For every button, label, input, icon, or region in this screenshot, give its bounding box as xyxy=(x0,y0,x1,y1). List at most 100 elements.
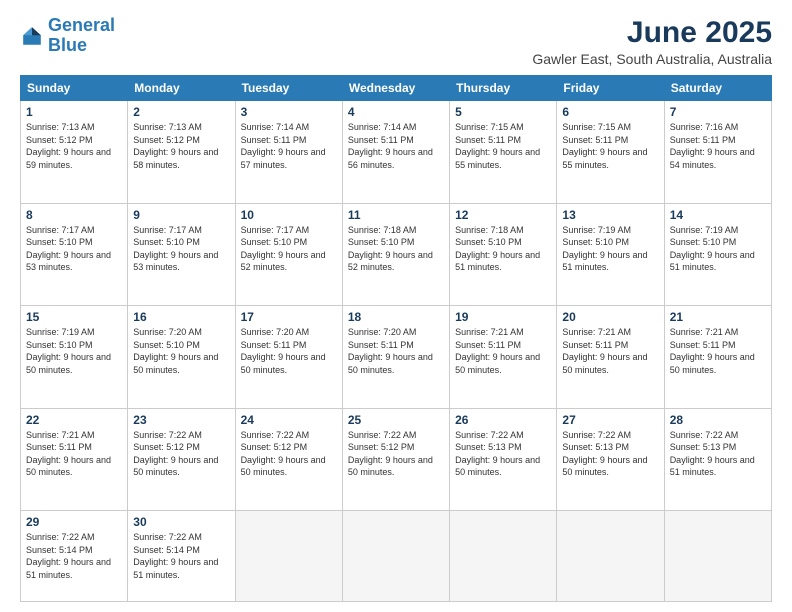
day-number: 25 xyxy=(348,413,444,427)
day-number: 9 xyxy=(133,208,229,222)
calendar-day-cell: 14Sunrise: 7:19 AMSunset: 5:10 PMDayligh… xyxy=(664,203,771,306)
day-number: 20 xyxy=(562,310,658,324)
day-info: Sunrise: 7:20 AMSunset: 5:10 PMDaylight:… xyxy=(133,326,229,376)
day-info: Sunrise: 7:22 AMSunset: 5:13 PMDaylight:… xyxy=(562,429,658,479)
day-info: Sunrise: 7:14 AMSunset: 5:11 PMDaylight:… xyxy=(348,121,444,171)
day-info: Sunrise: 7:19 AMSunset: 5:10 PMDaylight:… xyxy=(26,326,122,376)
calendar-day-cell: 1Sunrise: 7:13 AMSunset: 5:12 PMDaylight… xyxy=(21,101,128,204)
day-info: Sunrise: 7:22 AMSunset: 5:14 PMDaylight:… xyxy=(133,531,229,581)
day-number: 16 xyxy=(133,310,229,324)
weekday-header: Friday xyxy=(557,76,664,101)
weekday-header: Saturday xyxy=(664,76,771,101)
day-number: 23 xyxy=(133,413,229,427)
day-info: Sunrise: 7:21 AMSunset: 5:11 PMDaylight:… xyxy=(26,429,122,479)
logo-blue: Blue xyxy=(48,35,87,55)
day-info: Sunrise: 7:17 AMSunset: 5:10 PMDaylight:… xyxy=(133,224,229,274)
calendar-day-cell: 30 Sunrise: 7:22 AMSunset: 5:14 PMDayligh… xyxy=(128,511,235,602)
day-number: 15 xyxy=(26,310,122,324)
day-number: 19 xyxy=(455,310,551,324)
title-area: June 2025 Gawler East, South Australia, … xyxy=(532,16,772,67)
calendar-day-cell: 20 Sunrise: 7:21 AMSunset: 5:11 PMDayligh… xyxy=(557,306,664,409)
calendar-week-row: 1Sunrise: 7:13 AMSunset: 5:12 PMDaylight… xyxy=(21,101,772,204)
calendar-day-cell: 16 Sunrise: 7:20 AMSunset: 5:10 PMDayligh… xyxy=(128,306,235,409)
day-number: 24 xyxy=(241,413,337,427)
weekday-header: Thursday xyxy=(450,76,557,101)
calendar-day-cell: 18Sunrise: 7:20 AMSunset: 5:11 PMDayligh… xyxy=(342,306,449,409)
calendar-header-row: SundayMondayTuesdayWednesdayThursdayFrid… xyxy=(21,76,772,101)
calendar-day-cell xyxy=(235,511,342,602)
weekday-header: Tuesday xyxy=(235,76,342,101)
header: General Blue June 2025 Gawler East, Sout… xyxy=(20,16,772,67)
day-number: 8 xyxy=(26,208,122,222)
calendar-day-cell: 29 Sunrise: 7:22 AMSunset: 5:14 PMDayligh… xyxy=(21,511,128,602)
day-number: 2 xyxy=(133,105,229,119)
calendar-day-cell: 28Sunrise: 7:22 AMSunset: 5:13 PMDayligh… xyxy=(664,408,771,511)
logo-text: General Blue xyxy=(48,16,115,56)
day-number: 6 xyxy=(562,105,658,119)
day-number: 30 xyxy=(133,515,229,529)
calendar-day-cell: 10 Sunrise: 7:17 AMSunset: 5:10 PMDayligh… xyxy=(235,203,342,306)
logo: General Blue xyxy=(20,16,115,56)
calendar-day-cell: 8Sunrise: 7:17 AMSunset: 5:10 PMDaylight… xyxy=(21,203,128,306)
calendar-day-cell: 4 Sunrise: 7:14 AMSunset: 5:11 PMDaylight… xyxy=(342,101,449,204)
day-info: Sunrise: 7:22 AMSunset: 5:14 PMDaylight:… xyxy=(26,531,122,581)
calendar-table: SundayMondayTuesdayWednesdayThursdayFrid… xyxy=(20,75,772,602)
calendar-day-cell: 21 Sunrise: 7:21 AMSunset: 5:11 PMDayligh… xyxy=(664,306,771,409)
day-number: 12 xyxy=(455,208,551,222)
calendar-day-cell: 15 Sunrise: 7:19 AMSunset: 5:10 PMDayligh… xyxy=(21,306,128,409)
calendar-day-cell: 9 Sunrise: 7:17 AMSunset: 5:10 PMDaylight… xyxy=(128,203,235,306)
day-number: 5 xyxy=(455,105,551,119)
day-info: Sunrise: 7:17 AMSunset: 5:10 PMDaylight:… xyxy=(241,224,337,274)
calendar-day-cell: 23Sunrise: 7:22 AMSunset: 5:12 PMDayligh… xyxy=(128,408,235,511)
weekday-header: Sunday xyxy=(21,76,128,101)
calendar-day-cell xyxy=(664,511,771,602)
day-number: 26 xyxy=(455,413,551,427)
day-number: 11 xyxy=(348,208,444,222)
weekday-header: Monday xyxy=(128,76,235,101)
calendar-day-cell: 3 Sunrise: 7:14 AMSunset: 5:11 PMDaylight… xyxy=(235,101,342,204)
logo-general: General xyxy=(48,15,115,35)
day-info: Sunrise: 7:16 AMSunset: 5:11 PMDaylight:… xyxy=(670,121,766,171)
calendar-week-row: 22 Sunrise: 7:21 AMSunset: 5:11 PMDayligh… xyxy=(21,408,772,511)
day-number: 21 xyxy=(670,310,766,324)
day-info: Sunrise: 7:19 AMSunset: 5:10 PMDaylight:… xyxy=(670,224,766,274)
day-info: Sunrise: 7:13 AMSunset: 5:12 PMDaylight:… xyxy=(26,121,122,171)
calendar-week-row: 29 Sunrise: 7:22 AMSunset: 5:14 PMDayligh… xyxy=(21,511,772,602)
day-info: Sunrise: 7:21 AMSunset: 5:11 PMDaylight:… xyxy=(562,326,658,376)
day-number: 17 xyxy=(241,310,337,324)
calendar-day-cell: 24 Sunrise: 7:22 AMSunset: 5:12 PMDayligh… xyxy=(235,408,342,511)
day-info: Sunrise: 7:21 AMSunset: 5:11 PMDaylight:… xyxy=(670,326,766,376)
subtitle: Gawler East, South Australia, Australia xyxy=(532,51,772,67)
day-info: Sunrise: 7:20 AMSunset: 5:11 PMDaylight:… xyxy=(348,326,444,376)
calendar-day-cell: 17 Sunrise: 7:20 AMSunset: 5:11 PMDayligh… xyxy=(235,306,342,409)
day-info: Sunrise: 7:21 AMSunset: 5:11 PMDaylight:… xyxy=(455,326,551,376)
calendar-day-cell: 6 Sunrise: 7:15 AMSunset: 5:11 PMDaylight… xyxy=(557,101,664,204)
calendar-week-row: 15 Sunrise: 7:19 AMSunset: 5:10 PMDayligh… xyxy=(21,306,772,409)
day-info: Sunrise: 7:19 AMSunset: 5:10 PMDaylight:… xyxy=(562,224,658,274)
day-info: Sunrise: 7:14 AMSunset: 5:11 PMDaylight:… xyxy=(241,121,337,171)
calendar-day-cell xyxy=(557,511,664,602)
day-number: 29 xyxy=(26,515,122,529)
calendar-day-cell: 11 Sunrise: 7:18 AMSunset: 5:10 PMDayligh… xyxy=(342,203,449,306)
day-info: Sunrise: 7:22 AMSunset: 5:13 PMDaylight:… xyxy=(670,429,766,479)
month-title: June 2025 xyxy=(532,16,772,49)
day-number: 4 xyxy=(348,105,444,119)
calendar-day-cell: 22 Sunrise: 7:21 AMSunset: 5:11 PMDayligh… xyxy=(21,408,128,511)
calendar-day-cell xyxy=(342,511,449,602)
day-info: Sunrise: 7:18 AMSunset: 5:10 PMDaylight:… xyxy=(348,224,444,274)
page: General Blue June 2025 Gawler East, Sout… xyxy=(0,0,792,612)
day-info: Sunrise: 7:15 AMSunset: 5:11 PMDaylight:… xyxy=(455,121,551,171)
day-number: 10 xyxy=(241,208,337,222)
calendar-day-cell: 12Sunrise: 7:18 AMSunset: 5:10 PMDayligh… xyxy=(450,203,557,306)
day-info: Sunrise: 7:15 AMSunset: 5:11 PMDaylight:… xyxy=(562,121,658,171)
day-number: 3 xyxy=(241,105,337,119)
calendar-day-cell: 19 Sunrise: 7:21 AMSunset: 5:11 PMDayligh… xyxy=(450,306,557,409)
day-info: Sunrise: 7:22 AMSunset: 5:13 PMDaylight:… xyxy=(455,429,551,479)
calendar-day-cell: 26 Sunrise: 7:22 AMSunset: 5:13 PMDayligh… xyxy=(450,408,557,511)
day-number: 22 xyxy=(26,413,122,427)
day-info: Sunrise: 7:22 AMSunset: 5:12 PMDaylight:… xyxy=(241,429,337,479)
calendar-day-cell: 7 Sunrise: 7:16 AMSunset: 5:11 PMDaylight… xyxy=(664,101,771,204)
day-info: Sunrise: 7:20 AMSunset: 5:11 PMDaylight:… xyxy=(241,326,337,376)
day-number: 7 xyxy=(670,105,766,119)
calendar-day-cell: 2Sunrise: 7:13 AMSunset: 5:12 PMDaylight… xyxy=(128,101,235,204)
